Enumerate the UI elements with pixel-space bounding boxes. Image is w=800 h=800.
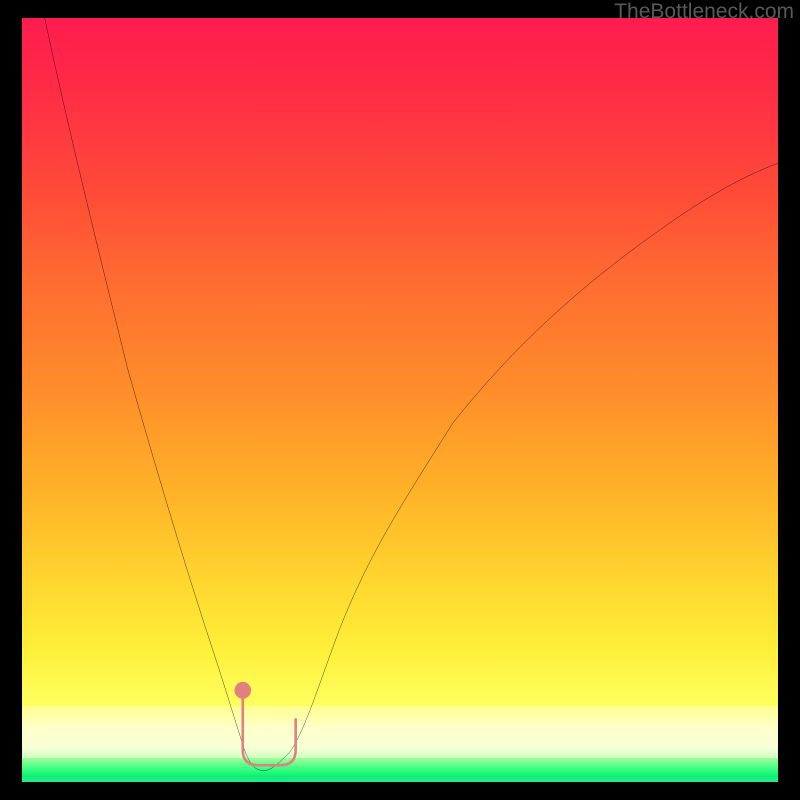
gradient-green-strip: [22, 758, 778, 782]
plot-area: [22, 18, 778, 782]
gradient-upper: [22, 18, 778, 706]
watermark-text: TheBottleneck.com: [614, 0, 794, 24]
chart-frame: TheBottleneck.com: [0, 0, 800, 800]
gradient-pale-band: [22, 706, 778, 758]
